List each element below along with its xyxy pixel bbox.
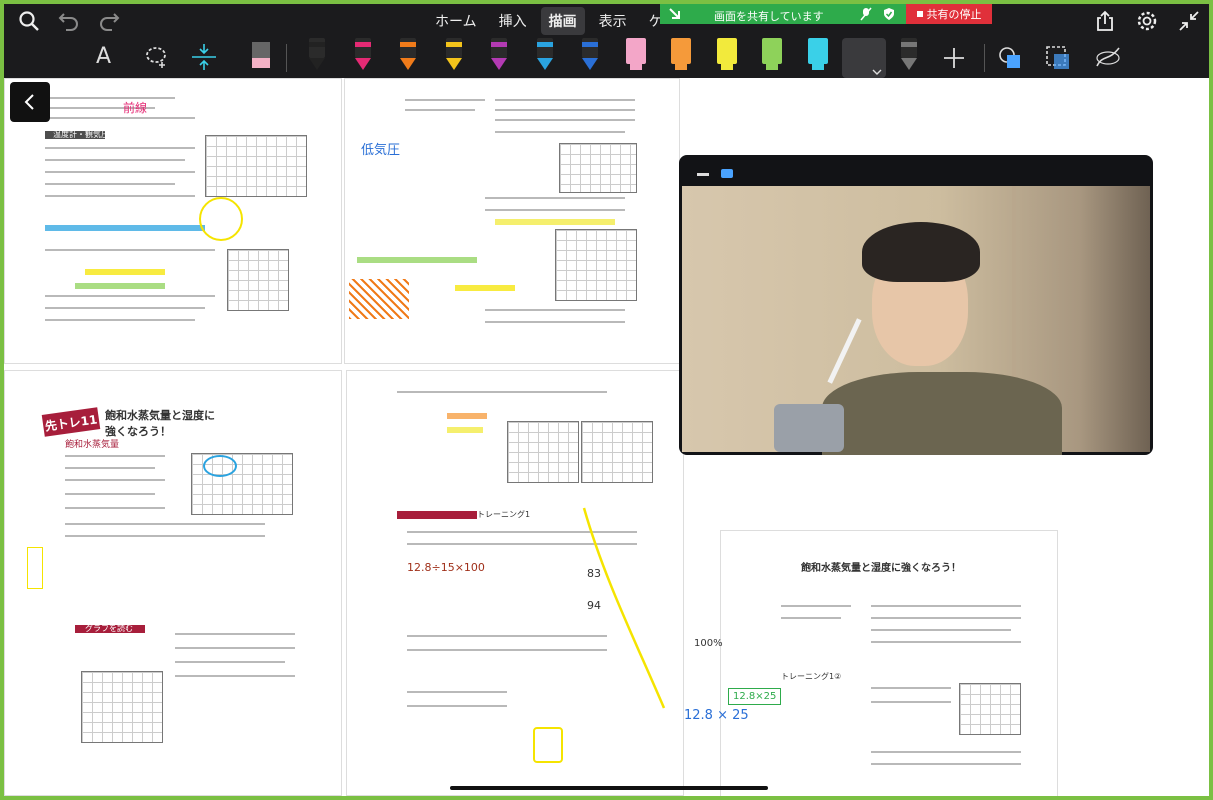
selected-pen-highlight xyxy=(842,38,886,78)
yellow-box-annotation xyxy=(27,547,43,589)
video-preview-window[interactable] xyxy=(679,155,1153,455)
home-indicator[interactable] xyxy=(450,786,768,790)
bar-graph xyxy=(555,229,637,301)
section-heading-pressure: 温度計・観気圧 xyxy=(53,130,109,139)
pen-3[interactable] xyxy=(397,38,419,72)
page-thumbnail-3: 先トレ11 飽和水蒸気量と湿度に強くなろう！ 飽和水蒸気量 グラフを読む xyxy=(4,370,342,796)
person-hair xyxy=(862,222,980,282)
pen-7[interactable] xyxy=(579,38,601,72)
share-status-text: 画面を共有しています xyxy=(714,10,824,23)
minimize-icon[interactable] xyxy=(697,173,709,176)
toolbar-divider xyxy=(286,44,287,72)
training-label: トレーニング1 xyxy=(477,510,531,519)
section-graph: グラフを読む xyxy=(85,624,133,633)
pen-1[interactable] xyxy=(306,38,328,72)
mic-muted-icon[interactable] xyxy=(860,7,872,21)
draw-toolbar: A xyxy=(4,38,1209,78)
app-window: ホーム 挿入 描画 表示 ケ 画面を共有しています 共有の停止 A 前線 温度計… xyxy=(4,4,1209,796)
top-bar: ホーム 挿入 描画 表示 ケ 画面を共有しています 共有の停止 xyxy=(4,4,1209,38)
ruler-space-icon[interactable] xyxy=(190,42,218,76)
yellow-circle-annotation xyxy=(199,197,243,241)
pen-6[interactable] xyxy=(534,38,556,72)
right-page-title: 飽和水蒸気量と湿度に強くなろう！ xyxy=(801,563,961,574)
shield-check-icon xyxy=(884,8,894,20)
highlighter-10[interactable] xyxy=(716,38,738,72)
page-thumbnail-5: 飽和水蒸気量と湿度に強くなろう！ トレーニング1② xyxy=(720,530,1058,796)
handwritten-calc: 12.8÷15×100 xyxy=(407,561,485,574)
pen-14[interactable] xyxy=(898,38,920,72)
annotation-pink-note: 前線 xyxy=(123,101,148,115)
lesson-subtitle: 飽和水蒸気量 xyxy=(65,440,120,450)
person-sweater xyxy=(822,372,1062,455)
gear-icon[interactable] xyxy=(1134,8,1160,34)
right-graph xyxy=(959,683,1021,735)
lesson-title: 飽和水蒸気量と湿度に強くなろう！ xyxy=(105,409,215,438)
self-video-feed xyxy=(682,186,1150,455)
add-pen-icon[interactable] xyxy=(942,46,966,74)
undo-icon[interactable] xyxy=(56,8,82,34)
pen-2[interactable] xyxy=(352,38,374,72)
isobar-map-2 xyxy=(559,143,637,193)
table-graph-a xyxy=(507,421,579,483)
back-button[interactable] xyxy=(10,82,50,122)
annotation-blue-note: 低気圧 xyxy=(361,143,401,158)
toolbar-divider-2 xyxy=(984,44,985,72)
search-icon[interactable] xyxy=(16,8,42,34)
tab-home[interactable]: ホーム xyxy=(427,7,485,35)
stop-share-label: 共有の停止 xyxy=(926,8,982,21)
stop-icon xyxy=(916,11,923,17)
growth-graph xyxy=(81,671,163,743)
share-icon[interactable] xyxy=(1092,8,1118,34)
chevron-left-icon xyxy=(24,94,34,110)
shapes-icon[interactable] xyxy=(998,46,1022,74)
graph-small xyxy=(227,249,289,311)
ink-to-shape-icon[interactable] xyxy=(1044,44,1072,76)
ribbon-tabs: ホーム 挿入 描画 表示 ケ xyxy=(424,4,674,38)
ink-replay-icon[interactable] xyxy=(1094,44,1122,76)
collapse-icon[interactable] xyxy=(1176,8,1202,34)
stop-share-button[interactable]: 共有の停止 xyxy=(906,4,992,24)
chevron-down-icon[interactable] xyxy=(872,68,882,76)
table-graph-b xyxy=(581,421,653,483)
isobar-map xyxy=(205,135,307,197)
page-thumbnail-1: 前線 温度計・観気圧 xyxy=(4,78,342,364)
highlighter-8[interactable] xyxy=(625,38,647,72)
share-arrow-icon xyxy=(669,8,680,19)
tab-draw[interactable]: 描画 xyxy=(540,7,585,35)
text-tool-button[interactable]: A xyxy=(96,44,111,69)
share-status-banner: 画面を共有しています xyxy=(660,4,906,24)
highlighter-12[interactable] xyxy=(807,38,829,72)
green-box-note: 12.8×25 xyxy=(728,688,782,705)
tab-view[interactable]: 表示 xyxy=(591,7,635,35)
right-page-sub: トレーニング1② xyxy=(781,672,842,681)
eraser-tool[interactable] xyxy=(250,40,272,76)
pen-5[interactable] xyxy=(488,38,510,72)
lesson-banner: 先トレ11 xyxy=(41,407,101,437)
redo-icon[interactable] xyxy=(96,8,122,34)
camera-icon[interactable] xyxy=(721,169,733,178)
tab-insert[interactable]: 挿入 xyxy=(491,7,535,35)
tablet-device xyxy=(774,404,844,452)
highlighter-11[interactable] xyxy=(761,38,783,72)
yellow-arrow-annotation xyxy=(582,507,666,709)
lasso-select-icon[interactable] xyxy=(144,44,170,74)
highlighter-9[interactable] xyxy=(670,38,692,72)
pen-4[interactable] xyxy=(443,38,465,72)
page-thumbnail-2: 低気圧 xyxy=(344,78,680,364)
